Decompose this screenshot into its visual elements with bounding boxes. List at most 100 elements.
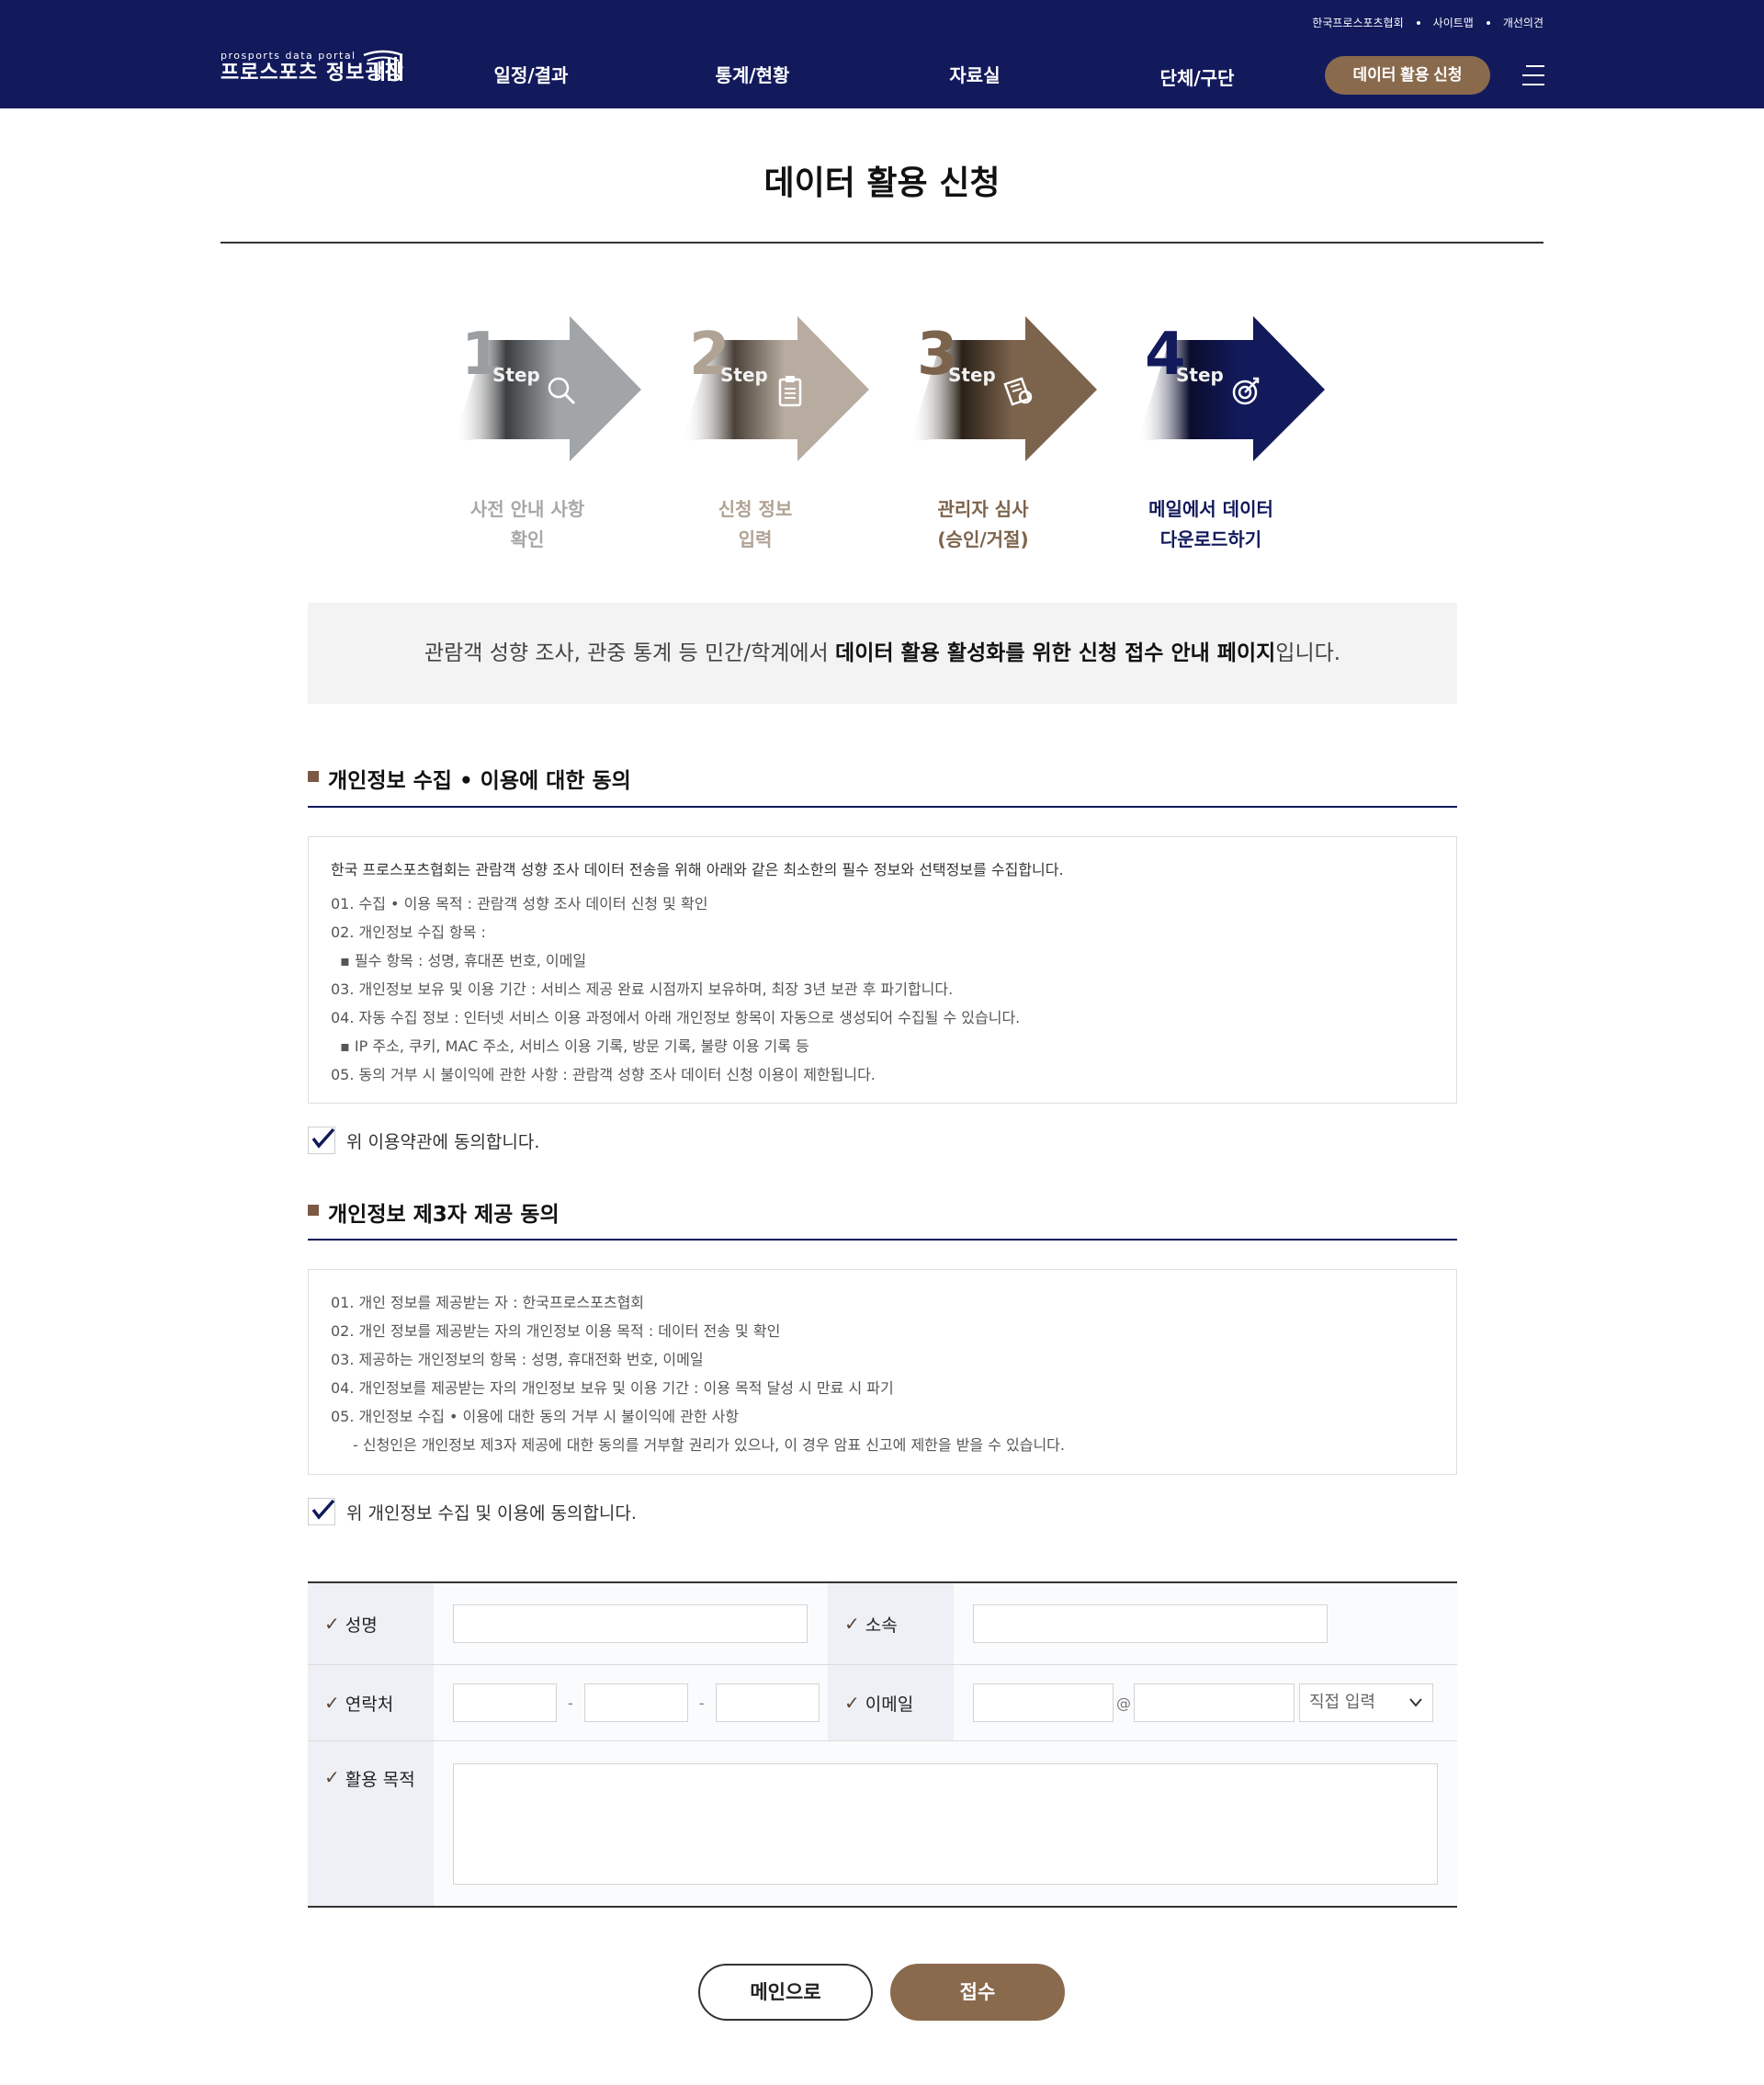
- phone-input-1[interactable]: [453, 1683, 557, 1722]
- step-caption: 신청 정보 입력: [663, 494, 847, 555]
- step-caption-line: 확인: [510, 528, 545, 550]
- section-divider: [308, 806, 1457, 808]
- email-label: ✓ 이메일: [828, 1665, 954, 1740]
- agree-third-party-checkbox-row[interactable]: 위 개인정보 수집 및 이용에 동의합니다.: [308, 1498, 637, 1525]
- site-header: 한국프로스포츠협회 사이트맵 개선의견 prosports data porta…: [0, 0, 1764, 108]
- step-4: 4 Step 메일에서 데이터 다운로드하기: [1119, 312, 1340, 561]
- purpose-field-cell: [434, 1741, 1457, 1906]
- bullet-dot: [1486, 20, 1490, 25]
- step-caption: 사전 안내 사항 확인: [435, 494, 619, 555]
- form-row-name-org: ✓ 성명 ✓ 소속: [308, 1583, 1457, 1665]
- step-caption-line: 다운로드하기: [1159, 528, 1262, 550]
- agree-third-party-checkbox[interactable]: [308, 1498, 335, 1525]
- step-caption: 메일에서 데이터 다운로드하기: [1119, 494, 1303, 555]
- phone-input-2[interactable]: [583, 1683, 688, 1722]
- required-check-icon: ✓: [844, 1692, 860, 1714]
- intro-notice: 관람객 성향 조사, 관중 통계 등 민간/학계에서 데이터 활용 활성화를 위…: [308, 603, 1457, 704]
- application-form: ✓ 성명 ✓ 소속 ✓ 연락처 - - ✓ 이메일 @ 직접 입력 ✓ 활용 목…: [308, 1581, 1457, 1908]
- name-field-cell: [434, 1583, 828, 1664]
- step-caption-line: 사전 안내 사항: [469, 498, 585, 520]
- name-label: ✓ 성명: [308, 1583, 434, 1664]
- submit-button[interactable]: 접수: [890, 1964, 1065, 2021]
- org-label: ✓ 소속: [828, 1583, 954, 1664]
- name-input[interactable]: [453, 1604, 808, 1643]
- step-caption-line: (승인/거절): [937, 528, 1029, 550]
- bullet-dot: [1416, 20, 1420, 25]
- target-icon: [1232, 377, 1260, 405]
- label-text: 연락처: [345, 1694, 394, 1715]
- agree-terms-checkbox-row[interactable]: 위 이용약관에 동의합니다.: [308, 1127, 539, 1154]
- step-caption-line: 관리자 심사: [937, 498, 1029, 520]
- step-3: 3 Step 관리자 심사 (승인/거절): [891, 312, 1112, 561]
- menu-icon[interactable]: [1522, 64, 1544, 86]
- terms-line: 05. 개인정보 수집 • 이용에 대한 동의 거부 시 불이익에 관한 사항: [331, 1408, 740, 1425]
- document-review-icon: [1003, 377, 1033, 406]
- org-input[interactable]: [973, 1604, 1328, 1643]
- nav-statistics[interactable]: 통계/현황: [679, 61, 826, 87]
- terms-line: 한국 프로스포츠협회는 관람객 성향 조사 데이터 전송을 위해 아래와 같은 …: [331, 861, 1064, 878]
- title-divider: [220, 242, 1544, 244]
- nav-schedule-results[interactable]: 일정/결과: [458, 61, 605, 87]
- phone-separator: -: [698, 1694, 705, 1712]
- chevron-down-icon: [1409, 1698, 1422, 1707]
- required-check-icon: ✓: [324, 1613, 340, 1635]
- terms-line: 02. 개인 정보를 제공받는 자의 개인정보 이용 목적 : 데이터 전송 및…: [331, 1322, 781, 1340]
- clipboard-icon: [778, 376, 802, 407]
- step-label: Step: [1176, 364, 1224, 386]
- intro-text: 관람객 성향 조사, 관중 통계 등 민간/학계에서: [424, 641, 836, 665]
- page-title: 데이터 활용 신청: [763, 164, 1001, 202]
- util-link-feedback[interactable]: 개선의견: [1503, 15, 1544, 30]
- step-2: 2 Step 신청 정보 입력: [663, 312, 884, 561]
- step-caption-line: 신청 정보: [718, 498, 793, 520]
- terms-line: 01. 수집 • 이용 목적 : 관람객 성향 조사 데이터 신청 및 확인: [331, 895, 708, 912]
- step-caption: 관리자 심사 (승인/거절): [891, 494, 1075, 555]
- label-text: 활용 목적: [345, 1770, 415, 1790]
- terms-line: ▪ IP 주소, 쿠키, MAC 주소, 서비스 이용 기록, 방문 기록, 불…: [340, 1037, 809, 1055]
- label-text: 성명: [345, 1615, 378, 1636]
- step-caption-line: 메일에서 데이터: [1148, 498, 1273, 520]
- util-link-association[interactable]: 한국프로스포츠협회: [1312, 15, 1403, 30]
- section-title-privacy-collection: 개인정보 수집 • 이용에 대한 동의: [308, 763, 631, 794]
- form-row-phone-email: ✓ 연락처 - - ✓ 이메일 @ 직접 입력: [308, 1665, 1457, 1741]
- agree-third-party-label: 위 개인정보 수집 및 이용에 동의합니다.: [346, 1502, 637, 1524]
- label-text: 이메일: [865, 1694, 914, 1715]
- label-text: 소속: [865, 1615, 898, 1636]
- terms-line: 01. 개인 정보를 제공받는 자 : 한국프로스포츠협회: [331, 1294, 645, 1311]
- step-1: 1 Step 사전 안내 사항 확인: [435, 312, 656, 561]
- email-field-cell: @ 직접 입력: [954, 1665, 1457, 1740]
- step-label: Step: [492, 364, 540, 386]
- required-check-icon: ✓: [324, 1692, 340, 1714]
- email-id-input[interactable]: [973, 1683, 1114, 1722]
- terms-line: 03. 제공하는 개인정보의 항목 : 성명, 휴대전화 번호, 이메일: [331, 1351, 704, 1368]
- phone-field-cell: - -: [434, 1665, 828, 1740]
- purpose-label: ✓ 활용 목적: [308, 1741, 434, 1906]
- email-at-sign: @: [1116, 1694, 1131, 1712]
- phone-input-3[interactable]: [715, 1683, 820, 1722]
- third-party-terms: 01. 개인 정보를 제공받는 자 : 한국프로스포츠협회 02. 개인 정보를…: [308, 1269, 1457, 1475]
- intro-text-bold: 데이터 활용 활성화를 위한 신청 접수 안내 페이지: [835, 641, 1276, 665]
- go-main-button[interactable]: 메인으로: [698, 1964, 873, 2021]
- util-link-sitemap[interactable]: 사이트맵: [1433, 15, 1474, 30]
- checkmark-icon: [311, 1127, 335, 1149]
- nav-archive[interactable]: 자료실: [901, 61, 1048, 87]
- intro-text-suffix: 입니다.: [1275, 641, 1341, 665]
- main-nav: 일정/결과 통계/현황 자료실 단체/구단: [0, 61, 1764, 90]
- email-domain-input[interactable]: [1134, 1683, 1295, 1722]
- terms-line: 05. 동의 거부 시 불이익에 관한 사항 : 관람객 성향 조사 데이터 신…: [331, 1066, 876, 1083]
- required-check-icon: ✓: [844, 1613, 860, 1635]
- search-icon: [548, 377, 576, 405]
- terms-line: 03. 개인정보 보유 및 이용 기간 : 서비스 제공 완료 시점까지 보유하…: [331, 980, 954, 998]
- terms-line: ▪ 필수 항목 : 성명, 휴대폰 번호, 이메일: [340, 952, 587, 969]
- section-divider: [308, 1239, 1457, 1241]
- terms-line: 04. 개인정보를 제공받는 자의 개인정보 보유 및 이용 기간 : 이용 목…: [331, 1379, 894, 1397]
- purpose-textarea[interactable]: [453, 1762, 1438, 1885]
- select-value: 직접 입력: [1309, 1693, 1375, 1712]
- section-title-third-party: 개인정보 제3자 제공 동의: [308, 1196, 560, 1228]
- org-field-cell: [954, 1583, 1457, 1664]
- email-domain-select[interactable]: 직접 입력: [1299, 1683, 1433, 1722]
- nav-organizations[interactable]: 단체/구단: [1124, 63, 1271, 90]
- agree-terms-checkbox[interactable]: [308, 1127, 335, 1154]
- checkmark-icon: [311, 1499, 335, 1520]
- phone-separator: -: [568, 1694, 573, 1712]
- data-apply-button[interactable]: 데이터 활용 신청: [1325, 56, 1490, 95]
